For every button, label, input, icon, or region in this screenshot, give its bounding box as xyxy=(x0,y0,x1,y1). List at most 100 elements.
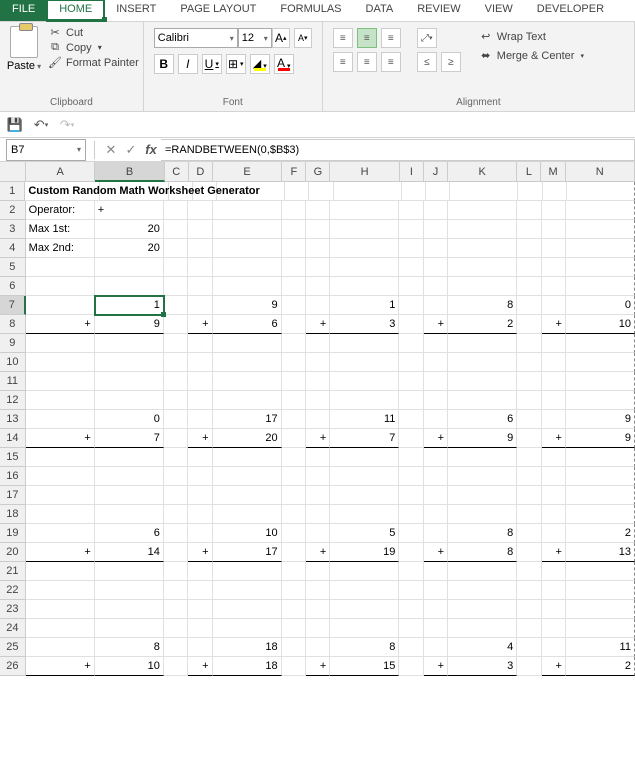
cell-H7[interactable]: 1 xyxy=(330,296,399,315)
cell-D4[interactable] xyxy=(188,239,212,258)
cell-E10[interactable] xyxy=(213,353,282,372)
cell-L17[interactable] xyxy=(517,486,541,505)
cell-F10[interactable] xyxy=(282,353,306,372)
save-button[interactable]: 💾 xyxy=(6,116,24,134)
align-center-button[interactable]: ≡ xyxy=(357,52,377,72)
cell-J11[interactable] xyxy=(424,372,448,391)
cell-N7[interactable]: 0 xyxy=(566,296,635,315)
cell-L16[interactable] xyxy=(517,467,541,486)
cell-H12[interactable] xyxy=(330,391,399,410)
cell-E18[interactable] xyxy=(213,505,282,524)
cell-N8[interactable]: 10 xyxy=(566,315,635,334)
font-name-select[interactable] xyxy=(154,28,238,48)
cell-D13[interactable] xyxy=(188,410,212,429)
cell-B12[interactable] xyxy=(95,391,164,410)
cell-N4[interactable] xyxy=(566,239,635,258)
align-bottom-button[interactable]: ≡ xyxy=(381,28,401,48)
cell-G17[interactable] xyxy=(306,486,330,505)
cell-B9[interactable] xyxy=(95,334,164,353)
cell-F22[interactable] xyxy=(282,581,306,600)
cell-F8[interactable] xyxy=(282,315,306,334)
undo-button[interactable]: ↶▾ xyxy=(32,116,50,134)
cell-M4[interactable] xyxy=(542,239,566,258)
cell-F15[interactable] xyxy=(282,448,306,467)
tab-home[interactable]: HOME xyxy=(47,0,104,21)
cell-K16[interactable] xyxy=(448,467,517,486)
copy-button[interactable]: ⧉Copy▾ xyxy=(48,41,139,54)
cell-N17[interactable] xyxy=(566,486,635,505)
col-header-E[interactable]: E xyxy=(213,162,282,182)
cell-N18[interactable] xyxy=(566,505,635,524)
cell-I4[interactable] xyxy=(399,239,423,258)
cell-A13[interactable] xyxy=(26,410,95,429)
cell-E20[interactable]: 17 xyxy=(213,543,282,562)
cell-B5[interactable] xyxy=(95,258,164,277)
cell-N13[interactable]: 9 xyxy=(566,410,635,429)
cell-C2[interactable] xyxy=(164,201,188,220)
cell-A8[interactable]: + xyxy=(26,315,95,334)
cell-L20[interactable] xyxy=(517,543,541,562)
cell-E25[interactable]: 18 xyxy=(213,638,282,657)
cell-M9[interactable] xyxy=(542,334,566,353)
cell-B14[interactable]: 7 xyxy=(95,429,164,448)
col-header-B[interactable]: B xyxy=(95,162,164,182)
cell-H6[interactable] xyxy=(330,277,399,296)
cell-C4[interactable] xyxy=(164,239,188,258)
cell-E16[interactable] xyxy=(213,467,282,486)
cell-M24[interactable] xyxy=(542,619,566,638)
cell-I22[interactable] xyxy=(399,581,423,600)
row-header-21[interactable]: 21 xyxy=(0,562,26,581)
cancel-formula-button[interactable]: ✕ xyxy=(101,142,121,158)
cell-B16[interactable] xyxy=(95,467,164,486)
cell-C13[interactable] xyxy=(164,410,188,429)
cell-E14[interactable]: 20 xyxy=(213,429,282,448)
cell-K1[interactable] xyxy=(450,182,518,201)
cell-C16[interactable] xyxy=(164,467,188,486)
tab-data[interactable]: DATA xyxy=(354,0,406,21)
cell-C10[interactable] xyxy=(164,353,188,372)
cell-B23[interactable] xyxy=(95,600,164,619)
cell-A26[interactable]: + xyxy=(26,657,95,676)
cell-J15[interactable] xyxy=(424,448,448,467)
cell-F5[interactable] xyxy=(282,258,306,277)
grow-font-button[interactable]: A▴ xyxy=(272,28,290,48)
cell-B8[interactable]: 9 xyxy=(95,315,164,334)
wrap-text-button[interactable]: ↩Wrap Text xyxy=(475,28,588,45)
cell-L23[interactable] xyxy=(517,600,541,619)
row-header-2[interactable]: 2 xyxy=(0,201,26,220)
cell-I9[interactable] xyxy=(399,334,423,353)
align-left-button[interactable]: ≡ xyxy=(333,52,353,72)
cell-J17[interactable] xyxy=(424,486,448,505)
cell-K18[interactable] xyxy=(448,505,517,524)
cell-K25[interactable]: 4 xyxy=(448,638,517,657)
cell-L13[interactable] xyxy=(517,410,541,429)
cell-G20[interactable]: + xyxy=(306,543,330,562)
cell-N2[interactable] xyxy=(566,201,635,220)
enter-formula-button[interactable]: ✓ xyxy=(121,142,141,158)
cell-L21[interactable] xyxy=(517,562,541,581)
row-header-12[interactable]: 12 xyxy=(0,391,26,410)
cell-C14[interactable] xyxy=(164,429,188,448)
cell-A4[interactable]: Max 2nd: xyxy=(26,239,95,258)
cell-K17[interactable] xyxy=(448,486,517,505)
cell-D23[interactable] xyxy=(188,600,212,619)
cell-M18[interactable] xyxy=(542,505,566,524)
cell-L9[interactable] xyxy=(517,334,541,353)
bold-button[interactable]: B xyxy=(154,54,174,74)
cell-B19[interactable]: 6 xyxy=(95,524,164,543)
cell-B25[interactable]: 8 xyxy=(95,638,164,657)
cell-G6[interactable] xyxy=(306,277,330,296)
cell-E8[interactable]: 6 xyxy=(213,315,282,334)
cell-I16[interactable] xyxy=(399,467,423,486)
cell-K22[interactable] xyxy=(448,581,517,600)
row-header-14[interactable]: 14 xyxy=(0,429,26,448)
cell-N11[interactable] xyxy=(566,372,635,391)
cell-J21[interactable] xyxy=(424,562,448,581)
cell-I19[interactable] xyxy=(399,524,423,543)
cell-N19[interactable]: 2 xyxy=(566,524,635,543)
cell-L25[interactable] xyxy=(517,638,541,657)
cell-G9[interactable] xyxy=(306,334,330,353)
tab-insert[interactable]: INSERT xyxy=(104,0,168,21)
paste-button[interactable]: Paste xyxy=(4,24,44,96)
cell-K10[interactable] xyxy=(448,353,517,372)
